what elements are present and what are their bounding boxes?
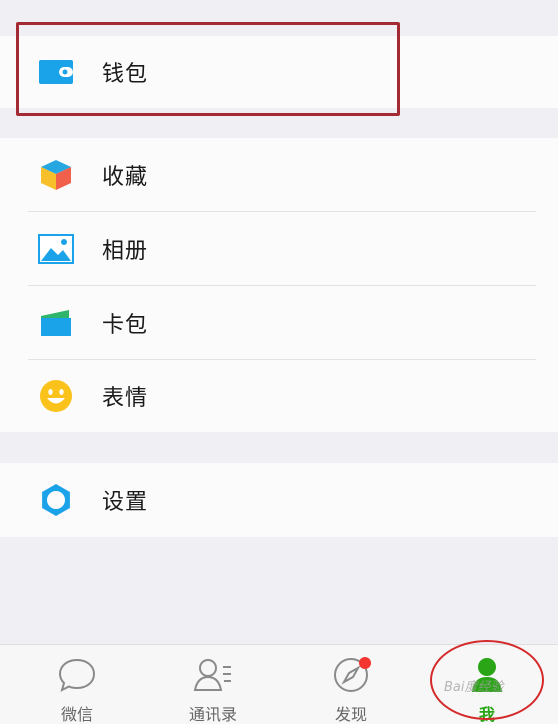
card-wallet-icon [38,305,74,341]
tab-label: 发现 [334,705,367,724]
watermark-text: Bai度经验 [444,680,504,695]
menu-item-label: 相册 [102,238,149,264]
menu-item-label: 卡包 [102,312,149,338]
menu-item-label: 设置 [102,490,149,515]
tab-contacts[interactable]: 通讯录 [158,645,268,724]
menu-item-label: 表情 [102,386,149,411]
settings-section: 设置 [0,463,558,537]
emoji-smile-icon [38,378,74,414]
menu-item-album[interactable]: 相册 [0,212,558,285]
notification-dot [359,657,371,669]
compass-icon [329,655,373,695]
favorites-cube-icon [38,157,74,193]
contacts-icon [191,655,235,695]
menu-item-emoji[interactable]: 表情 [0,360,558,432]
tab-discover[interactable]: 发现 [296,645,406,724]
gear-icon [38,482,74,518]
menu-item-card-wallet[interactable]: 卡包 [0,286,558,359]
album-picture-icon [38,231,74,267]
features-section: 收藏 相册 卡包 表情 [0,138,558,432]
tab-label: 微信 [60,705,93,724]
menu-item-settings[interactable]: 设置 [0,463,558,537]
highlight-annotation [16,22,400,116]
menu-item-favorites[interactable]: 收藏 [0,138,558,211]
tab-label: 通讯录 [188,705,237,724]
menu-item-label: 收藏 [102,164,149,190]
chat-bubble-icon [55,655,99,695]
tab-chats[interactable]: 微信 [22,645,132,724]
